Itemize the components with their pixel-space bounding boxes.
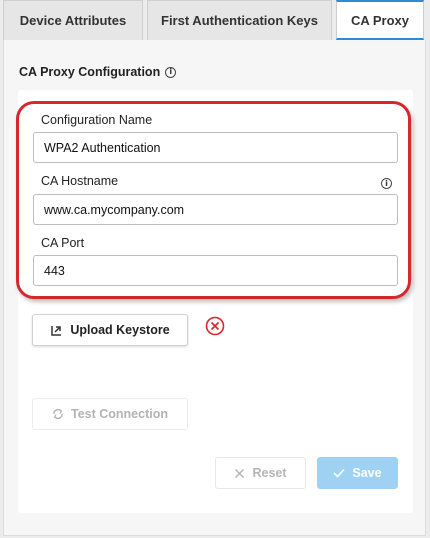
config-name-input[interactable]: WPA2 Authentication (33, 132, 398, 163)
checkmark-icon (333, 468, 345, 478)
tab-device-attributes[interactable]: Device Attributes (3, 0, 143, 40)
tab-first-authentication-keys[interactable]: First Authentication Keys (147, 0, 332, 40)
save-button[interactable]: Save (317, 457, 398, 489)
ca-port-input[interactable]: 443 (33, 255, 398, 286)
close-icon (234, 468, 245, 479)
tab-ca-proxy[interactable]: CA Proxy (336, 0, 424, 40)
ca-hostname-input[interactable]: www.ca.mycompany.com (33, 194, 398, 225)
info-icon[interactable]: i (381, 178, 392, 189)
error-circle-x-icon (205, 316, 225, 336)
save-label: Save (352, 466, 382, 480)
reset-button[interactable]: Reset (215, 457, 306, 489)
tab-label: CA Proxy (350, 12, 410, 28)
reset-label: Reset (252, 466, 287, 480)
upload-keystore-button[interactable]: Upload Keystore (32, 314, 188, 346)
refresh-icon (52, 408, 64, 420)
ca-port-label: CA Port (41, 236, 85, 250)
tab-label: Device Attributes (19, 13, 127, 28)
info-icon[interactable]: i (165, 66, 177, 78)
upload-icon (50, 324, 63, 337)
test-connection-button[interactable]: Test Connection (32, 398, 188, 430)
tab-label: First Authentication Keys (161, 13, 318, 28)
section-title: CA Proxy Configuration i (19, 65, 177, 79)
test-connection-label: Test Connection (71, 407, 168, 421)
ca-hostname-label: CA Hostname (41, 174, 119, 188)
upload-keystore-label: Upload Keystore (70, 323, 170, 337)
section-title-text: CA Proxy Configuration (19, 65, 161, 79)
config-name-label: Configuration Name (41, 113, 153, 127)
tab-bar: Device Attributes First Authentication K… (0, 0, 430, 40)
